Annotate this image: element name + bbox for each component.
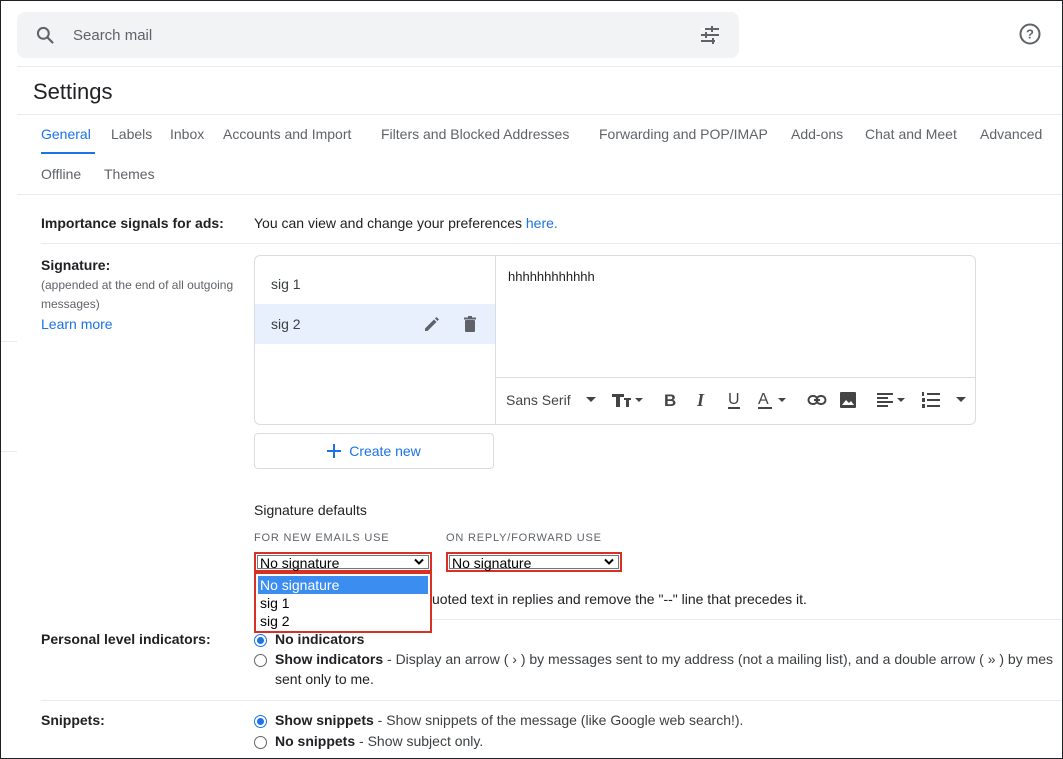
show-snippets-option: Show snippets - Show snippets of the mes… [275,712,743,728]
divider [41,243,1062,244]
align-icon[interactable] [876,390,910,410]
create-new-label: Create new [349,443,421,459]
search-icon[interactable] [35,25,55,45]
signature-label: Signature: [41,257,111,273]
svg-text:U: U [728,391,740,408]
divider [17,66,1062,67]
dropdown-option-no-signature[interactable]: No signature [258,576,428,594]
help-icon[interactable]: ? [1019,23,1041,45]
new-emails-selected-value: No signature [260,555,340,571]
reply-forward-signature-select[interactable]: No signature [446,552,622,572]
new-emails-signature-select[interactable]: No signature [254,552,432,572]
svg-text:B: B [664,391,676,410]
font-family-select[interactable]: Sans Serif [506,392,571,408]
new-emails-label: FOR NEW EMAILS USE [254,532,390,544]
signature-item-label: sig 1 [271,276,301,292]
learn-more-link[interactable]: Learn more [41,316,113,332]
divider [41,700,1062,701]
no-snippets-option: No snippets - Show subject only. [275,733,483,749]
divider [432,619,1062,620]
show-indicators-desc-line2: sent only to me. [275,671,374,687]
plus-icon [327,444,342,458]
text-color-icon[interactable]: A [756,390,790,410]
svg-text:I: I [696,390,705,410]
tab-labels[interactable]: Labels [111,114,152,154]
tab-general[interactable]: General [41,114,95,154]
show-indicators-option: Show indicators - Display an arrow ( › )… [275,651,1053,667]
tab-advanced[interactable]: Advanced [980,114,1042,154]
signature-sublabel-2: messages) [41,297,100,311]
show-indicators-desc: - Display an arrow ( › ) by messages sen… [383,651,1054,667]
gmail-settings-window: ? Settings General Labels Inbox Accounts… [0,0,1063,759]
importance-description: You can view and change your preferences [254,215,522,231]
svg-text:A: A [758,391,769,408]
tab-forwarding[interactable]: Forwarding and POP/IMAP [599,114,768,154]
no-snippets-label: No snippets [275,733,356,749]
tab-offline[interactable]: Offline [41,154,81,194]
divider [1,451,17,452]
link-icon[interactable] [807,390,827,410]
search-input[interactable] [73,22,673,48]
divider [17,194,1062,195]
show-indicators-radio[interactable] [254,654,267,667]
snippets-label: Snippets: [41,712,105,728]
search-bar[interactable] [17,12,739,58]
chevron-down-icon[interactable] [586,397,596,403]
no-indicators-radio[interactable] [254,634,267,647]
italic-icon[interactable]: I [693,390,711,410]
image-icon[interactable] [839,390,857,410]
font-size-icon[interactable] [610,390,644,410]
show-indicators-label: Show indicators [275,651,384,667]
insert-signature-text: uoted text in replies and remove the "--… [432,591,807,607]
divider [1,341,17,342]
dropdown-option-sig-1[interactable]: sig 1 [258,594,428,612]
no-indicators-label: No indicators [275,631,365,647]
search-options-icon[interactable] [699,25,721,45]
reply-forward-label: ON REPLY/FORWARD USE [446,532,602,544]
signature-defaults-title: Signature defaults [254,502,367,518]
svg-text:?: ? [1026,27,1034,42]
bold-icon[interactable]: B [661,390,679,410]
tab-chat-and-meet[interactable]: Chat and Meet [865,114,957,154]
no-indicators-option: No indicators [275,631,364,647]
signature-item-label: sig 2 [271,316,301,332]
more-formatting-icon[interactable] [956,397,966,403]
chevron-down-icon [604,558,614,565]
signature-text-area[interactable]: hhhhhhhhhhhh [508,269,595,284]
tab-accounts-and-import[interactable]: Accounts and Import [223,114,351,154]
importance-text: You can view and change your preferences… [254,215,558,231]
personal-indicators-label: Personal level indicators: [41,631,211,647]
create-new-button[interactable]: Create new [254,433,494,469]
signature-sublabel: (appended at the end of all outgoing [41,278,234,292]
underline-icon[interactable]: U [725,390,743,410]
tab-add-ons[interactable]: Add-ons [791,114,843,154]
chevron-down-icon [414,558,424,565]
signature-item[interactable]: sig 1 [255,264,495,304]
signature-dropdown-list: No signature sig 1 sig 2 [254,572,432,633]
signature-item-selected[interactable]: sig 2 [255,304,495,344]
dropdown-option-sig-2[interactable]: sig 2 [258,612,428,630]
font-family-label: Sans Serif [506,392,571,408]
reply-forward-selected-value: No signature [452,555,532,571]
tab-inbox[interactable]: Inbox [170,114,204,154]
show-snippets-radio[interactable] [254,715,267,728]
signature-list: sig 1 sig 2 [255,256,496,424]
no-snippets-desc: - Show subject only. [355,733,484,749]
numbered-list-icon[interactable] [921,390,941,410]
tab-filters[interactable]: Filters and Blocked Addresses [381,114,569,154]
importance-label: Importance signals for ads: [41,215,224,231]
tab-themes[interactable]: Themes [104,154,155,194]
delete-icon[interactable] [461,315,479,333]
signature-editor: sig 1 sig 2 hhhhhhhhhhhh Sans Serif B I … [254,255,976,425]
formatting-toolbar: Sans Serif B I U A [496,377,975,424]
show-snippets-label: Show snippets [275,712,374,728]
no-snippets-radio[interactable] [254,736,267,749]
importance-here-link[interactable]: here. [526,215,558,231]
show-snippets-desc: - Show snippets of the message (like Goo… [373,712,744,728]
edit-icon[interactable] [423,315,441,333]
page-title: Settings [33,79,113,104]
